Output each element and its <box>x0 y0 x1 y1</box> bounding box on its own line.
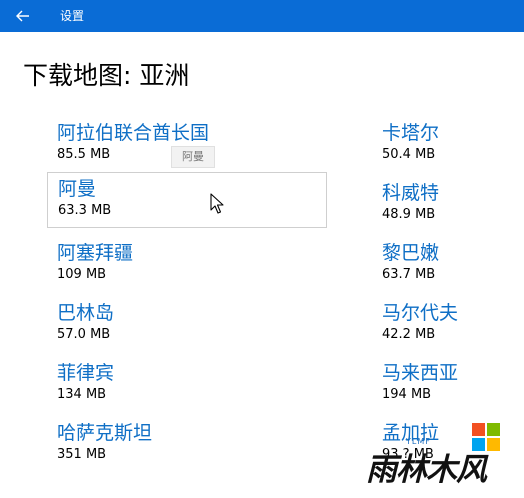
region-name: 巴林岛 <box>57 302 115 324</box>
watermark-text: 雨林木风 <box>366 452 487 488</box>
region-size: 57.0 MB <box>57 327 111 342</box>
region-size: 351 MB <box>57 447 107 462</box>
region-size: 50.4 MB <box>382 147 436 162</box>
region-size: 63.7 MB <box>382 267 436 282</box>
map-region-item[interactable]: 菲律宾 134 MB <box>47 357 327 413</box>
page-title: 下载地图: 亚洲 <box>23 61 190 90</box>
tooltip: 阿曼 <box>171 146 215 168</box>
map-region-item[interactable]: 黎巴嫩 63.7 MB <box>382 237 512 293</box>
region-name: 哈萨克斯坦 <box>57 422 153 444</box>
region-name: 马来西亚 <box>382 362 459 384</box>
map-region-item[interactable]: 马尔代夫 42.2 MB <box>382 297 512 353</box>
windows-logo-icon <box>472 423 500 451</box>
map-region-item[interactable]: 马来西亚 194 MB <box>382 357 512 413</box>
map-region-item[interactable]: 科威特 48.9 MB <box>382 177 512 233</box>
region-size: 63.3 MB <box>58 203 112 218</box>
map-region-item[interactable]: 哈萨克斯坦 351 MB <box>47 417 327 473</box>
region-name: 马尔代夫 <box>382 302 459 324</box>
back-arrow-icon <box>16 10 29 22</box>
title-bar: 设置 <box>0 0 524 32</box>
region-name: 菲律宾 <box>57 362 115 384</box>
region-name: 阿曼 <box>58 178 97 200</box>
app-title: 设置 <box>60 9 85 23</box>
region-name: 阿塞拜疆 <box>57 242 134 264</box>
map-region-item-selected[interactable]: 阿曼 63.3 MB <box>47 172 327 228</box>
watermark: YLMF 雨林木风 <box>362 418 524 498</box>
region-size: 109 MB <box>57 267 107 282</box>
region-name: 阿拉伯联合酋长国 <box>57 122 210 144</box>
region-name: 卡塔尔 <box>382 122 440 144</box>
map-region-item[interactable]: 卡塔尔 50.4 MB <box>382 117 512 173</box>
region-size: 194 MB <box>382 387 432 402</box>
region-size: 134 MB <box>57 387 107 402</box>
region-name: 黎巴嫩 <box>382 242 440 264</box>
region-name: 科威特 <box>382 182 440 204</box>
region-size: 85.5 MB <box>57 147 111 162</box>
mouse-cursor-icon <box>210 193 224 214</box>
map-region-item[interactable]: 阿塞拜疆 109 MB <box>47 237 327 293</box>
map-region-item[interactable]: 巴林岛 57.0 MB <box>47 297 327 353</box>
region-size: 42.2 MB <box>382 327 436 342</box>
back-button[interactable] <box>0 0 46 32</box>
region-size: 48.9 MB <box>382 207 436 222</box>
